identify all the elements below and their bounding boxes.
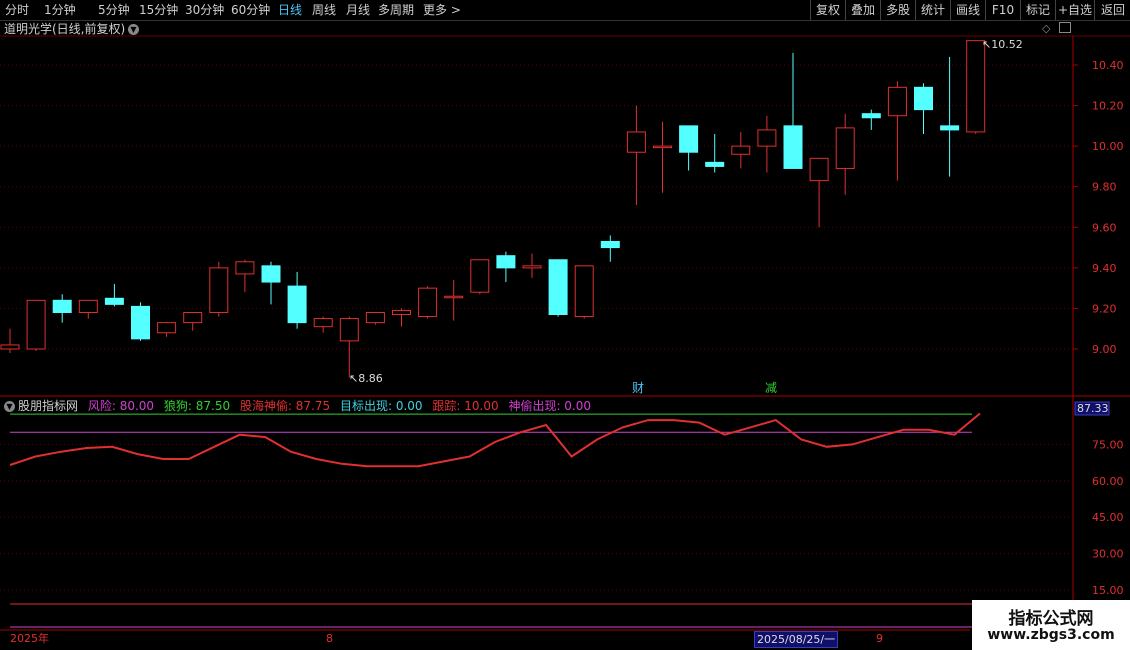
price-axis-label: 10.20 [1092,100,1124,113]
candle-body [496,255,516,269]
date-axis: 2025年 8 2025/08/25/一 9 [0,630,970,648]
candle-body [470,259,490,293]
legend-risk: 风险: 80.00 [87,399,155,413]
candle-body [731,145,751,155]
legend-track: 跟踪: 10.00 [432,399,499,413]
high-price-label: ↖10.52 [982,38,1023,51]
candle-body [183,311,203,324]
candle-body [914,86,933,111]
legend-wolf: 狼狗: 87.50 [163,399,231,413]
date-selected: 2025/08/25/一 [754,631,839,648]
candle-body [26,299,46,350]
candle-body [757,129,777,147]
reduce-marker: 减 [765,381,777,395]
price-axis-label: 9.00 [1092,343,1117,356]
candle-body [783,125,803,169]
date-year: 2025年 [10,632,49,645]
legend-thief-appear: 神偷出现: 0.00 [508,399,592,413]
indicator-axis-label: 30.00 [1092,548,1124,561]
indicator-value-label: 87.33 [1077,402,1109,415]
candle-body [444,295,464,299]
candle-body [861,113,881,119]
indicator-menu-icon[interactable]: ▼ [4,401,15,412]
candle-body [287,285,307,324]
indicator-axis-label: 60.00 [1092,475,1124,488]
candle-body [887,86,907,117]
candle-body [626,131,646,153]
candle-body [522,265,542,269]
price-axis-label: 9.60 [1092,221,1117,234]
watermark-title: 指标公式网 [1008,609,1094,629]
candle-body [966,40,986,133]
candle-body [0,344,20,350]
candle-body [78,299,98,313]
candle-body [131,305,150,340]
candle-body [313,318,333,328]
candle-body [418,287,438,318]
candle-body [392,309,411,316]
candle-body [157,322,177,334]
candle-body [705,161,725,167]
candle-body [574,265,594,318]
price-axis-label: 9.80 [1092,181,1117,194]
candle-body [809,157,829,182]
candle-body [209,267,229,313]
candle-body [52,299,72,313]
indicator-legend: 股朋指标网 风险: 80.00 狼狗: 87.50 股海神偷: 87.75 目标… [18,398,597,414]
legend-thief: 股海神偷: 87.75 [239,399,331,413]
legend-target: 目标出现: 0.00 [339,399,423,413]
watermark-logo: 指标公式网 www.zbgs3.com [972,600,1130,650]
candle-body [653,145,672,149]
candle-body [365,311,385,324]
indicator-axis-label: 15.00 [1092,584,1124,597]
price-axis-label: 9.40 [1092,262,1117,275]
low-price-label: ↖8.86 [349,372,383,385]
candle-body [104,297,124,305]
candle-body [679,125,699,153]
watermark-url: www.zbgs3.com [987,627,1115,643]
indicator-axis-label: 45.00 [1092,511,1124,524]
price-axis-label: 10.40 [1092,59,1124,72]
indicator-axis-label: 75.00 [1092,438,1124,451]
candle-body [940,125,960,131]
date-aug: 8 [326,632,333,645]
candle-body [339,318,359,342]
finance-marker: 财 [632,381,644,395]
thief-curve [9,412,981,468]
price-axis-label: 9.20 [1092,302,1117,315]
candle-body [261,265,281,283]
price-axis-label: 10.00 [1092,140,1124,153]
candle-body [548,259,568,316]
kline-chart: 10.40 10.20 10.00 9.80 9.60 9.40 9.20 9.00 75.00… [0,35,1130,631]
indicator-name[interactable]: 股朋指标网 [18,399,78,413]
candle-body [835,127,855,169]
date-sep: 9 [876,632,883,645]
candle-body [600,240,620,249]
candle-body [235,261,255,275]
